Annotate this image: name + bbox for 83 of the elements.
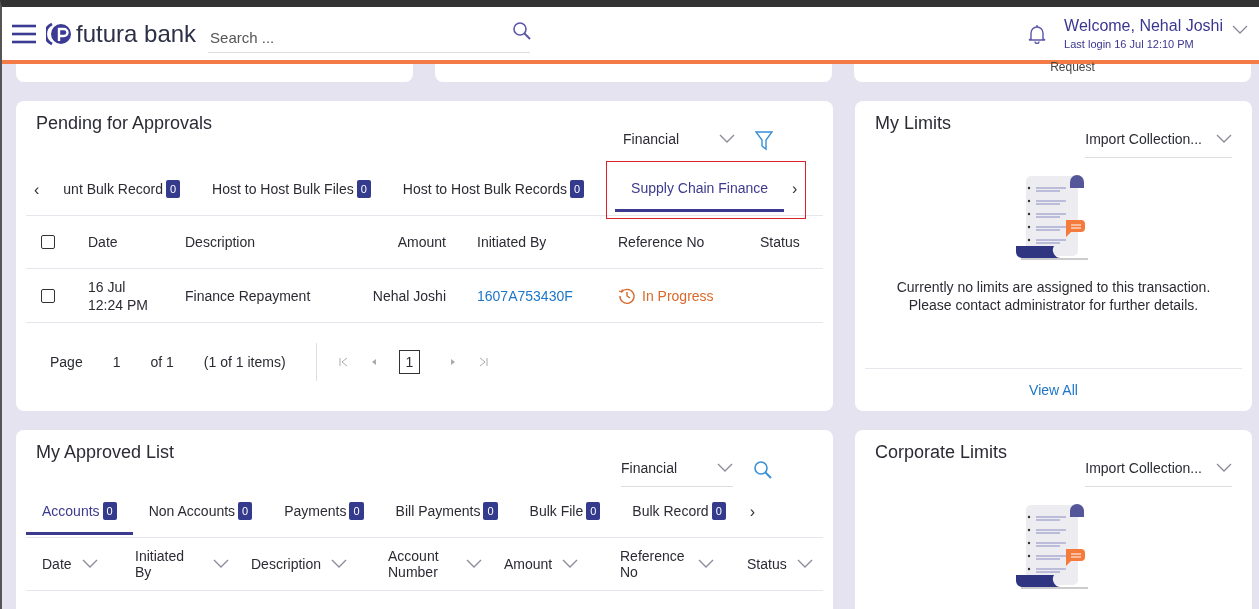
tab[interactable]: Bill Payments 0 bbox=[379, 489, 514, 535]
welcome-text[interactable]: Welcome, Nehal Joshi bbox=[1064, 17, 1223, 35]
table-cell: Nehal Joshi bbox=[372, 287, 446, 304]
tab[interactable]: Supply Chain Finance bbox=[615, 166, 785, 212]
tab[interactable]: Bulk File 0 bbox=[513, 489, 617, 535]
count-badge: 0 bbox=[238, 501, 253, 520]
filter-dropdown[interactable]: Financial bbox=[623, 131, 680, 147]
filter-dropdown[interactable]: Import Collection... bbox=[1085, 460, 1202, 476]
items-summary: (1 of 1 items) bbox=[203, 354, 286, 370]
card-label: Request bbox=[1049, 61, 1095, 73]
bell-icon[interactable] bbox=[1028, 23, 1047, 44]
count-badge: 0 bbox=[356, 179, 371, 198]
menu-icon[interactable] bbox=[12, 23, 36, 44]
column-header[interactable]: Initiated By bbox=[135, 548, 203, 580]
empty-message: Currently no limits are assigned to this transaction. Please contact administrator for further details. bbox=[895, 278, 1212, 314]
column-header: Description bbox=[185, 234, 256, 250]
page-label: Page bbox=[50, 354, 83, 370]
tab[interactable]: Non Accounts 0 bbox=[132, 489, 269, 535]
last-login-text: Last login 16 Jul 12:10 PM bbox=[1064, 38, 1195, 50]
filter-icon[interactable] bbox=[755, 131, 773, 151]
logo-icon bbox=[46, 21, 72, 46]
next-arrow[interactable]: › bbox=[741, 503, 764, 521]
sort-chevron-icon[interactable] bbox=[466, 559, 482, 569]
sort-chevron-icon[interactable] bbox=[213, 559, 229, 569]
column-header: Date bbox=[88, 234, 118, 250]
card-title: Pending for Approvals bbox=[36, 113, 214, 134]
first-page-icon[interactable] bbox=[338, 357, 349, 367]
next-page-icon[interactable] bbox=[450, 357, 457, 367]
page-number: 1 bbox=[112, 354, 121, 370]
filter-dropdown[interactable]: Import Collection... bbox=[1085, 131, 1202, 147]
next-arrow[interactable]: › bbox=[784, 180, 806, 198]
column-header[interactable]: Reference No bbox=[620, 548, 688, 580]
table-cell: 16 Jul 12:24 PM bbox=[88, 278, 148, 313]
sort-chevron-icon[interactable] bbox=[562, 559, 579, 569]
chevron-down-icon[interactable] bbox=[717, 463, 733, 473]
filter-dropdown[interactable]: Financial bbox=[621, 460, 678, 476]
reference-link[interactable]: 1607A753430F bbox=[477, 287, 573, 304]
user-menu-chevron-icon[interactable] bbox=[1231, 24, 1249, 35]
sort-chevron-icon[interactable] bbox=[796, 559, 813, 569]
brand-name: futura bank bbox=[76, 19, 197, 48]
tab[interactable]: Payments 0 bbox=[268, 489, 380, 535]
checkbox[interactable] bbox=[41, 235, 55, 249]
column-header[interactable]: Description bbox=[251, 556, 322, 572]
count-badge: 0 bbox=[586, 501, 601, 520]
column-header[interactable]: Amount bbox=[504, 556, 553, 572]
checkbox[interactable] bbox=[41, 288, 55, 303]
tab[interactable]: Accounts 0 bbox=[26, 489, 133, 535]
column-header: Amount bbox=[397, 234, 446, 250]
sort-chevron-icon[interactable] bbox=[698, 559, 714, 569]
status-text: In Progress bbox=[642, 287, 714, 304]
count-badge: 0 bbox=[483, 501, 498, 520]
count-badge: 0 bbox=[349, 501, 364, 520]
column-header[interactable]: Date bbox=[42, 556, 72, 572]
last-page-icon[interactable] bbox=[478, 357, 489, 367]
chevron-down-icon[interactable] bbox=[1216, 134, 1232, 144]
column-header[interactable]: Status bbox=[747, 556, 787, 572]
prev-arrow[interactable]: ‹ bbox=[26, 181, 48, 199]
sort-chevron-icon[interactable] bbox=[81, 559, 98, 569]
column-header: Reference No bbox=[618, 234, 705, 250]
count-badge: 0 bbox=[165, 179, 181, 198]
current-page-button[interactable]: 1 bbox=[398, 350, 421, 374]
card-title: My Approved List bbox=[36, 442, 176, 463]
card-title: My Limits bbox=[875, 113, 952, 134]
sort-chevron-icon[interactable] bbox=[331, 559, 348, 569]
count-badge: 0 bbox=[569, 179, 585, 198]
tab[interactable]: Host to Host Bulk Files 0 bbox=[196, 167, 387, 213]
count-badge: 0 bbox=[711, 501, 726, 520]
card-title: Corporate Limits bbox=[875, 442, 1009, 463]
column-header[interactable]: Account Number bbox=[388, 548, 456, 580]
search-icon[interactable] bbox=[753, 460, 773, 480]
table-cell: Finance Repayment bbox=[185, 287, 311, 304]
column-header: Initiated By bbox=[477, 234, 547, 250]
page-total: of 1 bbox=[150, 354, 174, 370]
tab[interactable]: Bulk Record 0 bbox=[616, 489, 742, 535]
view-all-link[interactable]: View All bbox=[1029, 382, 1078, 398]
tab[interactable]: Host to Host Bulk Records 0 bbox=[386, 167, 601, 213]
clock-icon bbox=[618, 286, 636, 305]
prev-page-icon[interactable] bbox=[370, 357, 377, 367]
column-header: Status bbox=[760, 234, 800, 250]
chevron-down-icon[interactable] bbox=[1216, 463, 1232, 473]
chevron-down-icon[interactable] bbox=[719, 134, 735, 144]
tab[interactable]: unt Bulk Record 0 bbox=[47, 167, 197, 213]
count-badge: 0 bbox=[102, 501, 117, 520]
